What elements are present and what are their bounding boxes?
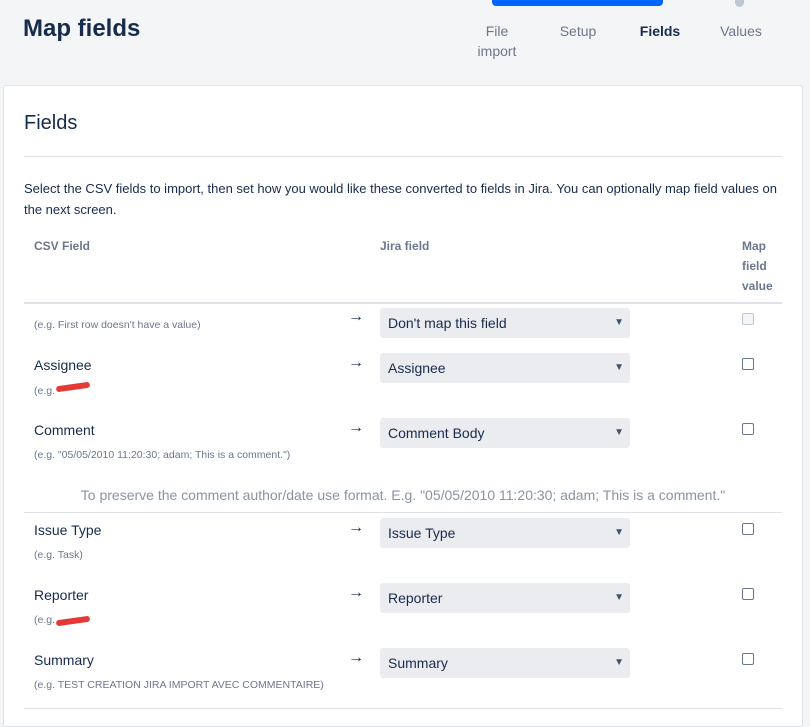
csv-field-example: (e.g.: [34, 385, 56, 397]
comment-format-hint: To preserve the comment author/date use …: [80, 487, 726, 503]
map-field-value-checkbox[interactable]: [742, 588, 754, 600]
arrow-icon: →: [348, 649, 364, 666]
chevron-down-icon: ▼: [614, 527, 624, 538]
section-description: Select the CSV fields to import, then se…: [24, 181, 777, 217]
step-values: Values: [720, 23, 762, 39]
column-header-map-field-value: Map field value: [742, 239, 773, 293]
redaction-mark: [55, 615, 91, 627]
column-header-jira-field: Jira field: [380, 239, 430, 253]
csv-field-name: Assignee: [34, 357, 92, 373]
arrow-icon: →: [348, 519, 364, 536]
jira-field-select[interactable]: Reporter ▼: [380, 583, 630, 613]
arrow-icon: →: [348, 584, 364, 601]
map-field-value-checkbox[interactable]: [742, 523, 754, 535]
step-setup: Setup: [559, 23, 597, 39]
column-header-csv-field: CSV Field: [34, 239, 91, 253]
page-title: Map fields: [23, 15, 141, 42]
chevron-down-icon: ▼: [614, 657, 624, 668]
fields-card: Fields Select the CSV fields to import, …: [3, 85, 803, 727]
step-label: File: [485, 23, 509, 39]
csv-field-name: Issue Type: [34, 522, 102, 538]
section-title: Fields: [24, 112, 78, 134]
chevron-down-icon: ▼: [614, 592, 624, 603]
jira-field-select[interactable]: Issue Type ▼: [380, 518, 630, 548]
map-field-value-checkbox: [742, 313, 754, 325]
csv-field-example: (e.g. Task): [34, 549, 83, 561]
divider: [24, 512, 782, 513]
jira-field-select[interactable]: Don't map this field ▼: [380, 308, 630, 338]
chevron-down-icon: ▼: [614, 317, 624, 328]
chevron-down-icon: ▼: [614, 362, 624, 373]
jira-field-select[interactable]: Comment Body ▼: [380, 418, 630, 448]
map-field-value-checkbox[interactable]: [742, 653, 754, 665]
csv-field-name: Comment: [34, 422, 95, 438]
map-field-value-checkbox[interactable]: [742, 358, 754, 370]
arrow-icon: →: [348, 419, 364, 436]
csv-field-example: (e.g. First row doesn't have a value): [34, 319, 201, 331]
arrow-icon: →: [348, 354, 364, 371]
arrow-icon: →: [348, 308, 364, 325]
progress-bar: [492, 0, 663, 6]
csv-field-name: Reporter: [34, 587, 89, 603]
table-header-divider: [24, 302, 782, 304]
divider: [24, 708, 782, 709]
step-fields: Fields: [639, 23, 681, 39]
divider: [24, 156, 782, 157]
csv-field-example: (e.g. TEST CREATION JIRA IMPORT AVEC COM…: [34, 679, 324, 691]
step-file-import: File import: [474, 21, 520, 61]
csv-field-example: (e.g.: [34, 614, 56, 626]
redaction-mark: [55, 381, 91, 393]
jira-field-select[interactable]: Assignee ▼: [380, 353, 630, 383]
csv-field-example: (e.g. "05/05/2010 11:20:30; adam; This i…: [34, 449, 291, 461]
csv-field-name: Summary: [34, 652, 94, 668]
progress-step-dot: [735, 0, 744, 7]
step-label: import: [477, 43, 517, 59]
map-field-value-checkbox[interactable]: [742, 423, 754, 435]
jira-field-select[interactable]: Summary ▼: [380, 648, 630, 678]
chevron-down-icon: ▼: [614, 427, 624, 438]
